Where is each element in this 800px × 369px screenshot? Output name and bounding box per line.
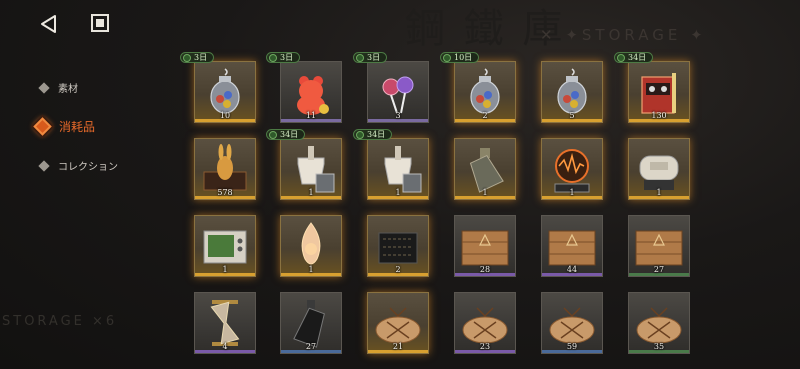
expiry-timer-badge: 34日 — [266, 129, 306, 140]
inventory-slot-black-bottle[interactable]: 27 — [280, 292, 342, 354]
stop-square-button[interactable] — [91, 14, 109, 32]
inventory-slot-candy-jar[interactable]: 5 — [541, 61, 603, 123]
inventory-slot-cloth-bundle[interactable]: 23 — [454, 292, 516, 354]
expiry-timer-text: 3日 — [194, 53, 208, 62]
inventory-slot-wooden-crate[interactable]: 28 — [454, 215, 516, 277]
item-count: 59 — [566, 342, 578, 351]
inventory-slot-canister[interactable]: 1 — [628, 138, 690, 200]
item-count: 1 — [656, 188, 662, 197]
item-count: 11 — [305, 111, 317, 120]
item-count: 35 — [653, 342, 665, 351]
item-count: 27 — [653, 265, 665, 274]
inventory-slot-wooden-crate[interactable]: 44 — [541, 215, 603, 277]
diamond-icon — [38, 81, 50, 94]
item-count: 578 — [217, 188, 233, 197]
category-materials[interactable]: 素材 — [38, 80, 78, 95]
expiry-timer-text: 34日 — [280, 130, 299, 139]
inventory-slot-wooden-crate[interactable]: 27 — [628, 215, 690, 277]
item-count: 5 — [569, 111, 575, 120]
expiry-timer-badge: 34日 — [353, 129, 393, 140]
expiry-timer-badge: 10日 — [440, 52, 480, 63]
expiry-timer-text: 34日 — [628, 53, 647, 62]
expiry-timer-text: 10日 — [454, 53, 473, 62]
expiry-timer-badge: 3日 — [353, 52, 388, 63]
hourglass-icon — [356, 54, 364, 62]
inventory-slot-cloth-bundle[interactable]: 35 — [628, 292, 690, 354]
item-count: 1 — [222, 265, 228, 274]
category-label: 消耗品 — [59, 120, 96, 134]
inventory-slot-signal-device[interactable]: 1 — [541, 138, 603, 200]
diamond-active-icon — [33, 117, 52, 136]
category-consumables[interactable]: 消耗品 — [33, 117, 96, 136]
inventory-slot-candy-jar[interactable]: 10 3日 — [180, 52, 256, 123]
item-count: 2 — [395, 265, 401, 274]
back-triangle-icon — [41, 15, 56, 33]
expiry-timer-badge: 3日 — [266, 52, 301, 63]
back-button[interactable] — [38, 13, 60, 35]
inventory-slot-mortar-set[interactable]: 1 34日 — [353, 129, 429, 200]
inventory-slot-flame-shard[interactable]: 1 — [280, 215, 342, 277]
inventory-slot-golden-rabbit-box[interactable]: 578 — [194, 138, 256, 200]
item-count: 1 — [569, 188, 575, 197]
hourglass-icon — [617, 54, 625, 62]
inventory-slot-cloth-bundle[interactable]: 59 — [541, 292, 603, 354]
hourglass-icon — [183, 54, 191, 62]
expiry-timer-badge: 34日 — [614, 52, 654, 63]
hourglass-icon — [443, 54, 451, 62]
inventory-slot-gummy-bear[interactable]: 11 3日 — [266, 52, 342, 123]
item-count: 3 — [395, 111, 401, 120]
inventory-slot-mortar-set[interactable]: 1 34日 — [266, 129, 342, 200]
hourglass-icon — [269, 54, 277, 62]
item-count: 27 — [305, 342, 317, 351]
hourglass-icon — [269, 131, 277, 139]
inventory-slot-cloth-bundle[interactable]: 21 — [367, 292, 429, 354]
category-label: 素材 — [58, 84, 78, 95]
expiry-timer-badge: 3日 — [180, 52, 215, 63]
inventory-slot-candy-jar[interactable]: 2 10日 — [440, 52, 516, 123]
diamond-icon — [38, 159, 50, 172]
inventory-slot-hourglass[interactable]: 4 — [194, 292, 256, 354]
category-label: コレクション — [58, 162, 118, 173]
hourglass-icon — [356, 131, 364, 139]
item-count: 2 — [482, 111, 488, 120]
item-count: 1 — [482, 188, 488, 197]
category-collection[interactable]: コレクション — [38, 158, 118, 173]
item-count: 130 — [651, 111, 667, 120]
item-count: 1 — [395, 188, 401, 197]
item-count: 28 — [479, 265, 491, 274]
inventory-slot-runic-box[interactable]: 2 — [367, 215, 429, 277]
storage-watermark-bottom: STORAGE ×6 — [2, 314, 118, 329]
inventory-slot-bottle[interactable]: 1 — [454, 138, 516, 200]
inventory-slot-old-tv[interactable]: 1 — [194, 215, 256, 277]
item-count: 44 — [566, 265, 578, 274]
storage-watermark: ✕ ✦STORAGE ✦ — [540, 26, 707, 44]
expiry-timer-text: 34日 — [367, 130, 386, 139]
item-count: 10 — [219, 111, 231, 120]
inventory-slot-lollipops[interactable]: 3 3日 — [353, 52, 429, 123]
item-count: 1 — [308, 265, 314, 274]
item-count: 4 — [222, 342, 228, 351]
inventory-slot-cassette-box[interactable]: 130 34日 — [614, 52, 690, 123]
item-count: 21 — [392, 342, 404, 351]
item-count: 1 — [308, 188, 314, 197]
expiry-timer-text: 3日 — [367, 53, 381, 62]
expiry-timer-text: 3日 — [280, 53, 294, 62]
item-count: 23 — [479, 342, 491, 351]
